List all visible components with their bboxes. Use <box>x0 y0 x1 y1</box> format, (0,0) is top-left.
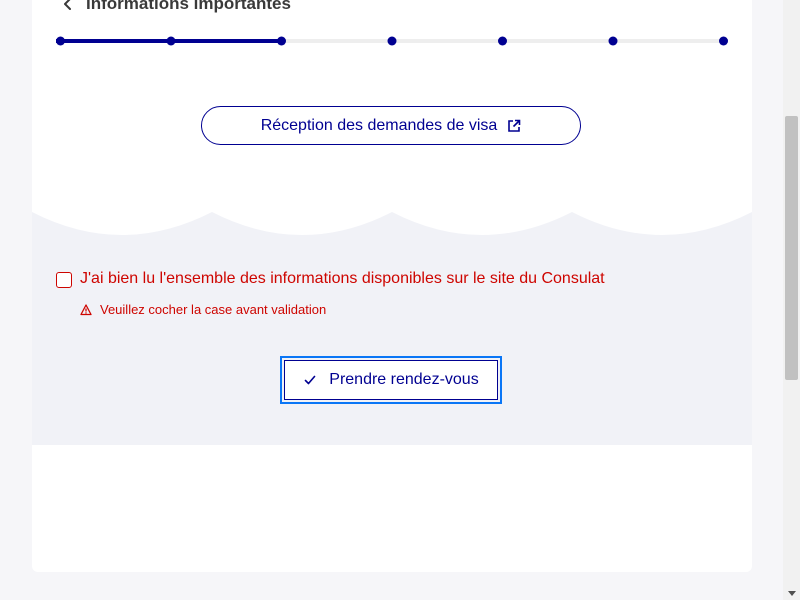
book-appointment-button[interactable]: Prendre rendez-vous <box>284 360 498 400</box>
consent-checkbox-label[interactable]: J'ai bien lu l'ensemble des informations… <box>80 270 605 288</box>
external-link-icon <box>508 119 521 132</box>
consent-checkbox[interactable] <box>56 272 72 288</box>
step-dot-2 <box>166 36 176 46</box>
consent-row: J'ai bien lu l'ensemble des informations… <box>56 270 605 288</box>
scroll-down-arrow-icon[interactable] <box>788 591 796 596</box>
vertical-scrollbar[interactable] <box>783 0 800 600</box>
page: Informations importantes Réception des d… <box>0 0 800 600</box>
step-dot-4 <box>387 36 397 46</box>
step-dot-1 <box>56 36 65 46</box>
step-dot-3 <box>277 36 286 46</box>
page-title: Informations importantes <box>86 0 291 13</box>
main-card: Informations importantes Réception des d… <box>32 0 752 572</box>
visa-link-label: Réception des demandes de visa <box>260 116 498 134</box>
step-dot-6 <box>608 36 618 46</box>
warning-icon <box>80 303 92 315</box>
check-icon <box>304 375 316 385</box>
chevron-left-icon <box>64 0 71 10</box>
visa-requests-link[interactable]: Réception des demandes de visa <box>201 106 581 145</box>
scrollbar-thumb[interactable] <box>785 116 798 380</box>
submit-focus-ring: Prendre rendez-vous <box>280 356 502 404</box>
progress-stepper <box>56 36 728 46</box>
step-dot-7 <box>719 36 728 46</box>
validation-error: Veuillez cocher la case avant validation <box>80 302 326 317</box>
step-dot-5 <box>498 36 507 46</box>
back-link[interactable]: Informations importantes <box>60 0 291 16</box>
validation-error-text: Veuillez cocher la case avant validation <box>100 302 327 317</box>
book-appointment-label: Prendre rendez-vous <box>329 371 479 388</box>
